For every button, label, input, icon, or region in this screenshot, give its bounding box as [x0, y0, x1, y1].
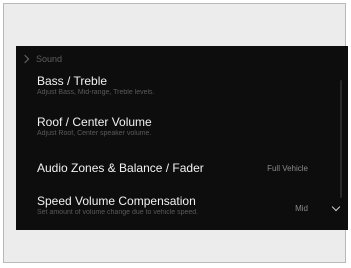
- menu-item-bass-treble[interactable]: Bass / Treble Adjust Bass, Mid-range, Tr…: [37, 74, 334, 97]
- chevron-right-icon[interactable]: [20, 54, 30, 64]
- item-title: Roof / Center Volume: [37, 115, 152, 129]
- item-title: Bass / Treble: [37, 74, 108, 88]
- item-title: Speed Volume Compensation: [37, 194, 196, 208]
- item-subtitle: Set amount of volume change due to vehic…: [37, 209, 199, 216]
- breadcrumb-label: Sound: [36, 54, 63, 64]
- menu-item-speed-volume-compensation[interactable]: Speed Volume Compensation Set amount of …: [37, 194, 334, 217]
- item-value: Full Vehicle: [267, 164, 308, 173]
- item-value: Mid: [295, 204, 308, 213]
- item-subtitle: Adjust Bass, Mid-range, Treble levels.: [37, 89, 155, 96]
- menu-item-roof-center-volume[interactable]: Roof / Center Volume Adjust Roof, Center…: [37, 115, 334, 138]
- sound-settings-screen: Sound Bass / Treble Adjust Bass, Mid-ran…: [16, 46, 348, 230]
- item-subtitle: Adjust Roof, Center speaker volume.: [37, 130, 152, 137]
- menu-item-audio-zones[interactable]: Audio Zones & Balance / Fader Full Vehic…: [37, 161, 334, 175]
- scrollbar[interactable]: [340, 80, 342, 198]
- breadcrumb[interactable]: Sound: [20, 50, 63, 68]
